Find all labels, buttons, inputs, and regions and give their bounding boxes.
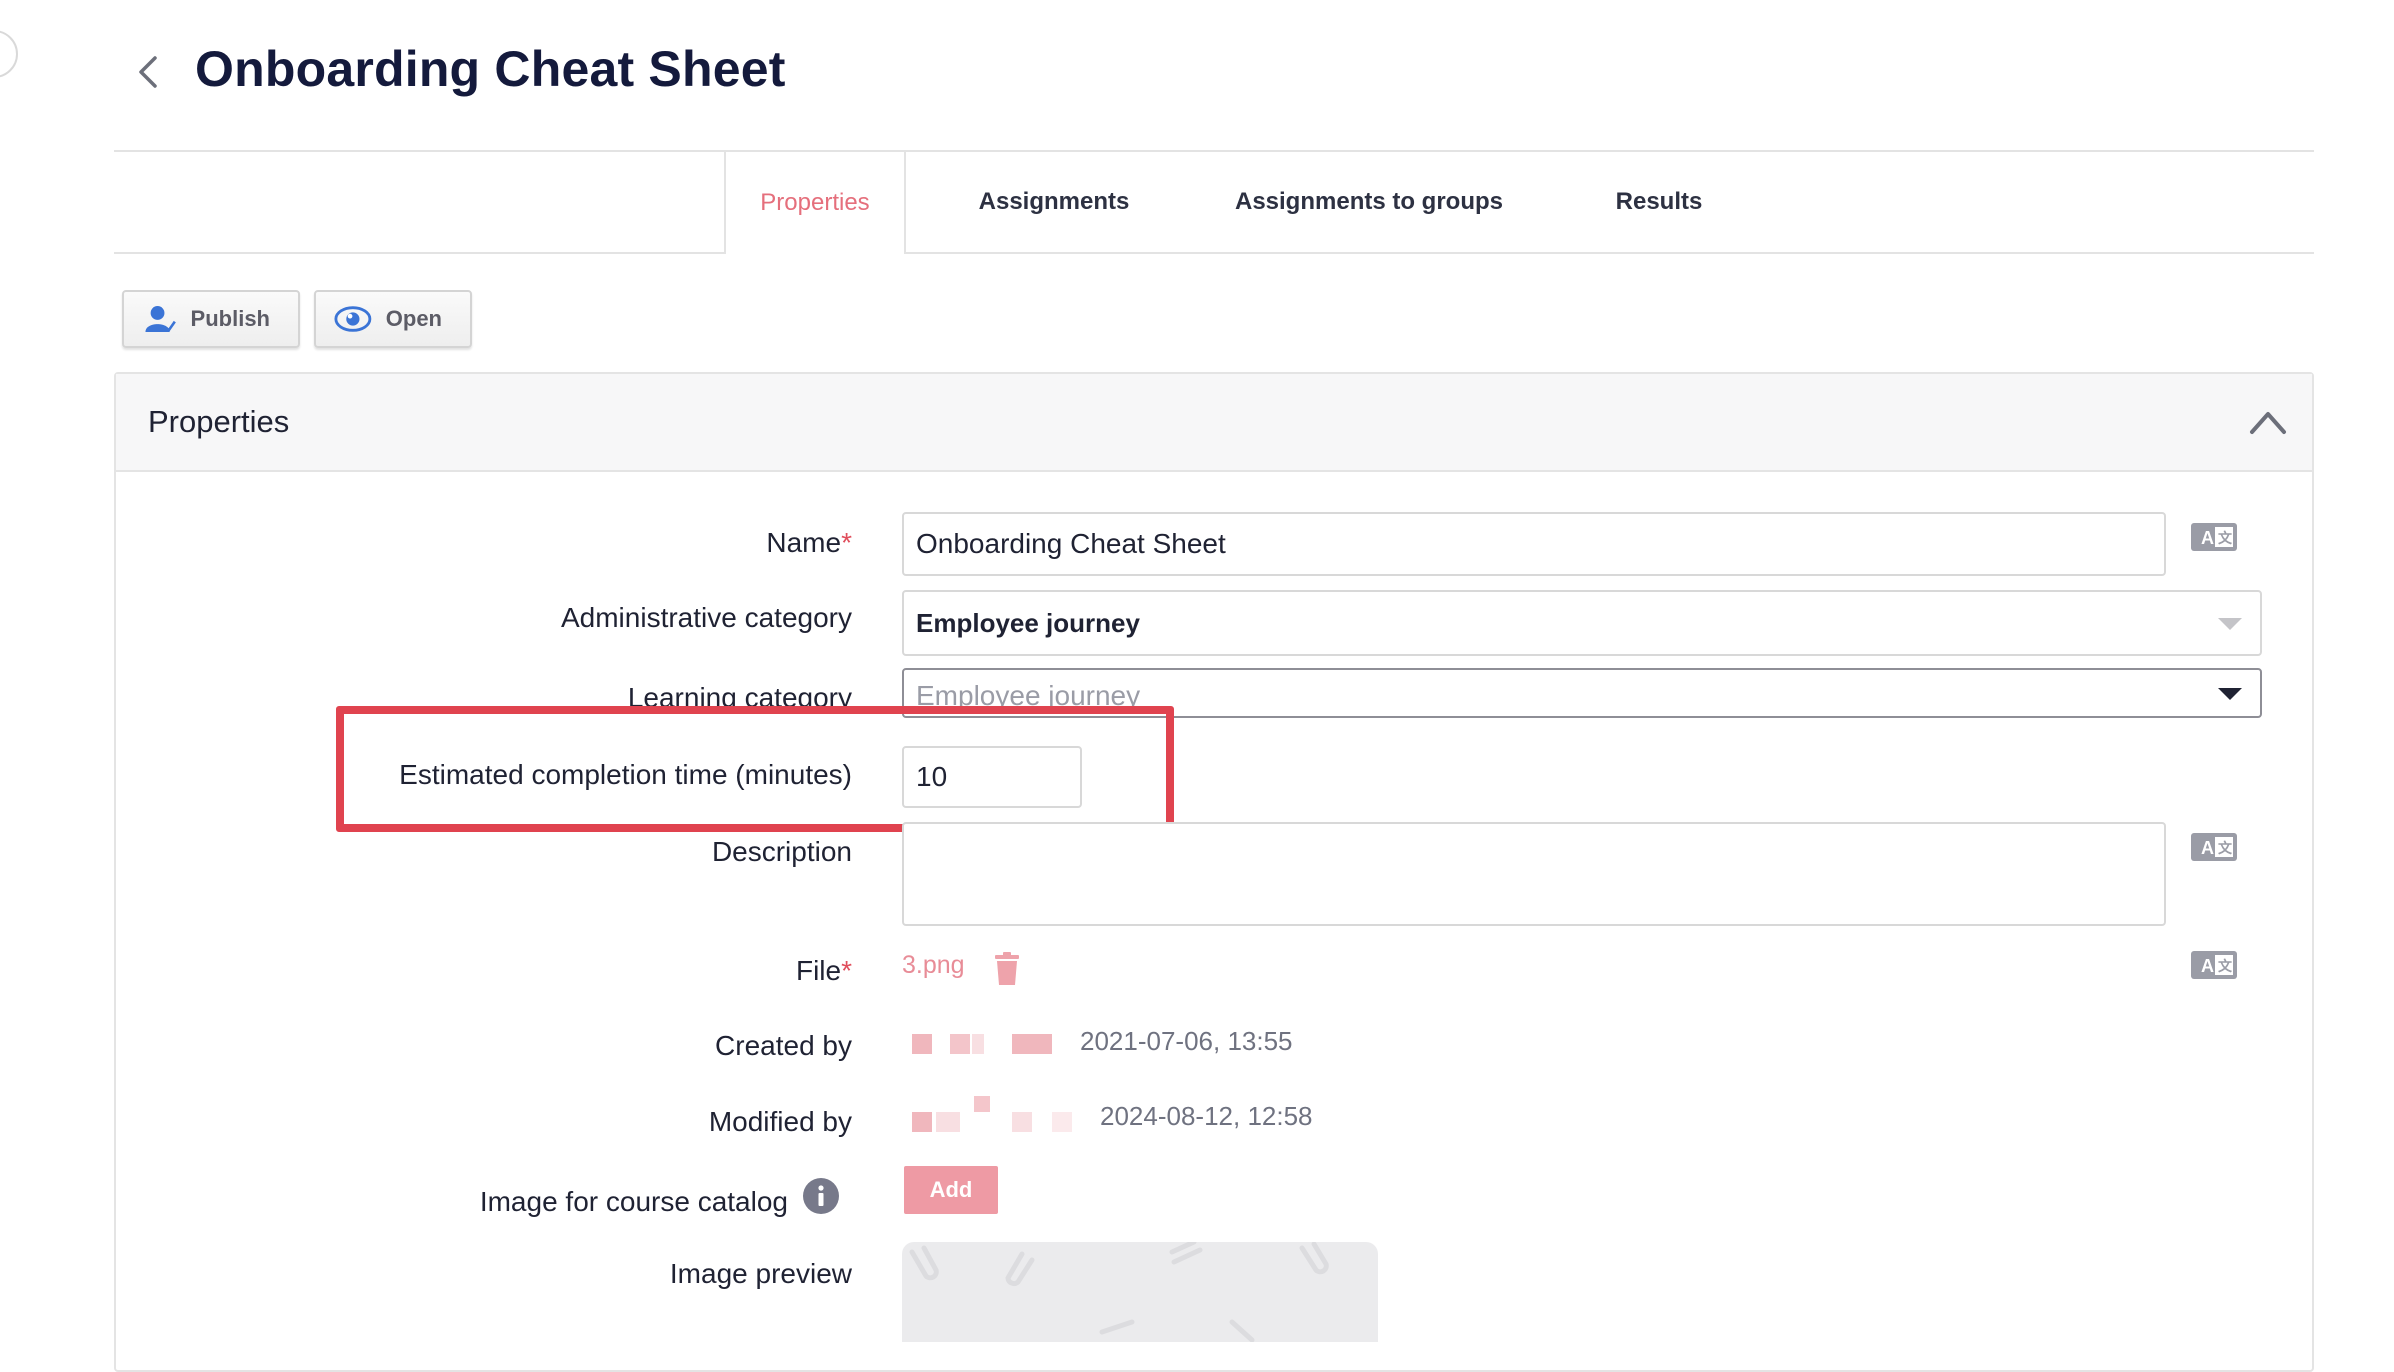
tab-assignments[interactable]: Assignments bbox=[954, 152, 1154, 252]
tab-results[interactable]: Results bbox=[1584, 152, 1734, 252]
open-label: Open bbox=[385, 306, 442, 331]
tab-bar: Properties Assignments Assignments to gr… bbox=[114, 150, 2314, 254]
modified-by-label: Modified by bbox=[708, 1106, 852, 1137]
modified-by-user-redacted bbox=[892, 1096, 1092, 1132]
publish-label: Publish bbox=[190, 306, 270, 331]
dropdown-arrow-icon bbox=[2218, 618, 2242, 630]
info-icon[interactable] bbox=[802, 1177, 840, 1215]
chevron-up-icon[interactable] bbox=[2248, 404, 2288, 440]
trash-icon[interactable] bbox=[993, 952, 1021, 986]
tab-properties[interactable]: Properties bbox=[724, 152, 906, 254]
svg-text:A: A bbox=[2201, 528, 2214, 548]
page-title: Onboarding Cheat Sheet bbox=[195, 41, 786, 97]
highlight-box bbox=[336, 706, 1174, 832]
created-by-date: 2021-07-06, 13:55 bbox=[1080, 1026, 1293, 1056]
image-preview-placeholder bbox=[902, 1242, 1378, 1342]
panel-header: Properties bbox=[116, 374, 2312, 472]
name-input[interactable]: Onboarding Cheat Sheet bbox=[902, 512, 2166, 576]
svg-text:文: 文 bbox=[2218, 958, 2233, 974]
dropdown-arrow-icon bbox=[2218, 688, 2242, 700]
translate-icon[interactable]: A 文 bbox=[2190, 522, 2238, 552]
svg-text:文: 文 bbox=[2218, 530, 2233, 546]
svg-text:文: 文 bbox=[2218, 840, 2233, 856]
user-publish-icon bbox=[145, 306, 176, 333]
translate-icon[interactable]: A 文 bbox=[2190, 950, 2238, 980]
name-label: Name* bbox=[766, 527, 852, 558]
svg-text:A: A bbox=[2201, 838, 2214, 858]
admin-category-select[interactable]: Employee journey bbox=[902, 590, 2262, 656]
tab-assignments-to-groups[interactable]: Assignments to groups bbox=[1214, 152, 1524, 252]
open-button[interactable]: Open bbox=[314, 290, 472, 348]
created-by-user-redacted bbox=[892, 1034, 1054, 1054]
chevron-left-icon bbox=[139, 56, 157, 88]
eye-icon bbox=[334, 306, 372, 332]
back-button[interactable] bbox=[128, 52, 168, 92]
admin-category-value: Employee journey bbox=[916, 607, 1140, 638]
created-by-label: Created by bbox=[715, 1030, 852, 1061]
paperclip-pattern-icon bbox=[909, 1242, 1329, 1342]
publish-button[interactable]: Publish bbox=[122, 290, 300, 348]
modified-by-date: 2024-08-12, 12:58 bbox=[1100, 1101, 1313, 1131]
image-preview-label: Image preview bbox=[669, 1258, 852, 1289]
file-link[interactable]: 3.png bbox=[902, 951, 965, 980]
translate-icon[interactable]: A 文 bbox=[2190, 832, 2238, 862]
image-catalog-label: Image for course catalog bbox=[479, 1186, 788, 1217]
description-textarea[interactable] bbox=[902, 822, 2166, 926]
svg-text:A: A bbox=[2201, 956, 2214, 976]
panel-title: Properties bbox=[148, 404, 290, 439]
admin-category-label: Administrative category bbox=[560, 602, 852, 633]
file-label: File* bbox=[795, 955, 852, 986]
add-image-button[interactable]: Add bbox=[904, 1166, 998, 1214]
description-label: Description bbox=[711, 836, 852, 867]
edge-circle-decoration bbox=[0, 30, 18, 78]
